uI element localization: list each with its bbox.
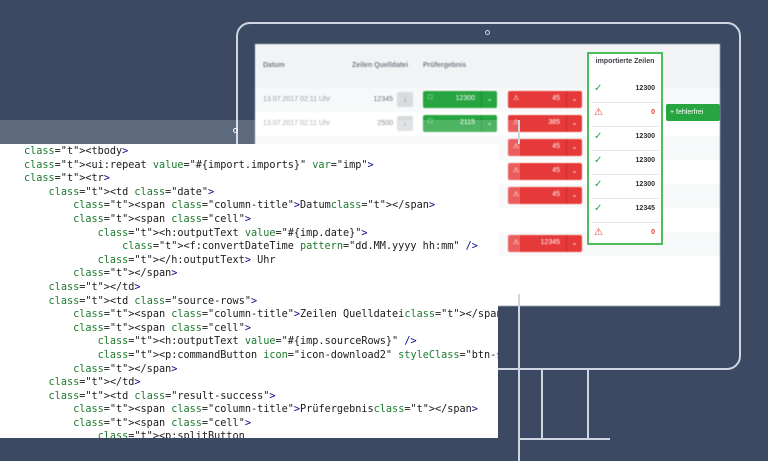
error-split-button[interactable]: ⚠ 45 ⌄	[508, 91, 582, 108]
row-source-rows: 12345	[373, 96, 393, 103]
row-date: 13.07.2017 02:11 Uhr	[263, 96, 331, 103]
warning-icon: ⚠	[594, 107, 603, 118]
code-line: class="t"><span class="column-title">Zei…	[73, 309, 498, 321]
imported-count: 12300	[635, 181, 655, 188]
monitor-base	[520, 438, 610, 440]
code-line: class="t"><f:convertDateTime pattern="dd…	[122, 241, 478, 253]
chevron-down-icon[interactable]: ⌄	[566, 115, 582, 132]
code-line: class="t"></span>	[73, 363, 178, 375]
code-line: class="t"><tbody>	[24, 146, 129, 157]
imported-row: ✓ 12300	[589, 126, 661, 150]
code-line: class="t"><span class="cell">	[73, 322, 251, 334]
imported-count: 12300	[635, 157, 655, 164]
imported-row: ✓ 12300	[589, 150, 661, 174]
error-count: 45	[552, 95, 560, 102]
error-count: 45	[552, 167, 560, 174]
code-editor: class="t"><tbody> class="t"><ui:repeat va…	[0, 144, 498, 438]
check-icon: ✓	[594, 83, 603, 94]
check-icon: ✓	[594, 131, 603, 142]
imported-count: 0	[651, 229, 655, 236]
check-icon: ✓	[594, 203, 603, 214]
row-divider	[591, 198, 659, 199]
imported-count: 0	[651, 109, 655, 116]
code-line: class="t"><p:splitButton	[97, 431, 245, 438]
chevron-down-icon[interactable]: ⌄	[566, 91, 582, 108]
header-source-rows: Zeilen Quelldatei	[352, 62, 409, 69]
download-button[interactable]: ↓	[397, 92, 413, 107]
document-icon: □	[428, 94, 433, 101]
warning-icon: ⚠	[513, 95, 520, 102]
code-line: class="t"></td>	[48, 377, 141, 389]
chevron-down-icon[interactable]: ⌄	[481, 91, 497, 108]
check-icon: ✓	[594, 179, 603, 190]
check-icon: ✓	[594, 155, 603, 166]
error-count: 12345	[540, 239, 560, 246]
row-divider	[591, 222, 659, 223]
row-divider	[591, 102, 659, 103]
imported-row: ✓ 12345	[589, 198, 661, 222]
code-line: class="t"><tr>	[24, 173, 110, 185]
header-imported: importierte Zeilen	[595, 58, 655, 65]
imported-count: 12300	[635, 85, 655, 92]
code-line: class="t"><h:outputText value="#{imp.sou…	[97, 336, 417, 348]
chevron-down-icon[interactable]: ⌄	[566, 139, 582, 156]
code-line: class="t"><p:commandButton icon="icon-do…	[97, 349, 498, 361]
warning-icon: ⚠	[594, 227, 603, 238]
row-divider	[591, 174, 659, 175]
code-line: class="t"><td class="source-rows">	[48, 295, 258, 307]
code-line: class="t"><td class="result-success">	[48, 390, 276, 402]
success-split-button[interactable]: □ 12300 ⌄	[423, 91, 497, 108]
imported-row: ⚠ 0	[589, 222, 661, 246]
imported-row: ✓ 12300	[589, 174, 661, 198]
monitor-camera	[485, 30, 490, 35]
fehlerfrei-label: fehlerfrei	[676, 109, 704, 116]
code-line: class="t"><span class="cell">	[73, 213, 251, 225]
monitor-stand	[541, 370, 589, 440]
code-window-edge	[498, 144, 520, 294]
error-count: 45	[552, 191, 560, 198]
code-window-border	[518, 294, 520, 461]
code-window-dot	[233, 128, 238, 133]
code-line: class="t"></td>	[48, 281, 141, 293]
code-window-titlebar	[0, 120, 520, 144]
code-line: class="t"><ui:repeat value="#{import.imp…	[24, 159, 374, 171]
imported-row: ✓ 12300	[589, 78, 661, 102]
row-divider	[591, 150, 659, 151]
download-icon: ↓	[403, 95, 407, 104]
imported-count: 12300	[635, 133, 655, 140]
header-result: Prüfergebnis	[423, 62, 467, 69]
chevron-down-icon[interactable]: ⌄	[566, 187, 582, 204]
imported-rows-column: importierte Zeilen ✓ 12300 ⚠ 0 ✓ 12300 ✓ 12…	[587, 52, 663, 245]
error-count: 385	[548, 119, 560, 126]
chevron-down-icon[interactable]: ⌄	[566, 163, 582, 180]
code-line: class="t"></span>	[73, 268, 178, 280]
code-line: class="t"><span class="column-title">Dat…	[73, 200, 435, 212]
success-count: 12300	[455, 95, 475, 102]
code-line: class="t"><h:outputText value="#{imp.dat…	[97, 227, 368, 239]
code-line: class="t"><span class="cell">	[73, 417, 251, 429]
code-line: class="t"><span class="column-title">Prü…	[73, 404, 478, 416]
imported-count: 12345	[635, 205, 655, 212]
code-line: class="t"><td class="date">	[48, 186, 215, 198]
header-date: Datum	[263, 62, 285, 69]
row-divider	[591, 126, 659, 127]
code-line: class="t"></h:outputText> Uhr	[97, 254, 276, 266]
error-count: 45	[552, 143, 560, 150]
chevron-down-icon[interactable]: ⌄	[566, 235, 582, 252]
fehlerfrei-button[interactable]: + fehlerfrei	[666, 104, 720, 121]
imported-row: ⚠ 0	[589, 102, 661, 126]
